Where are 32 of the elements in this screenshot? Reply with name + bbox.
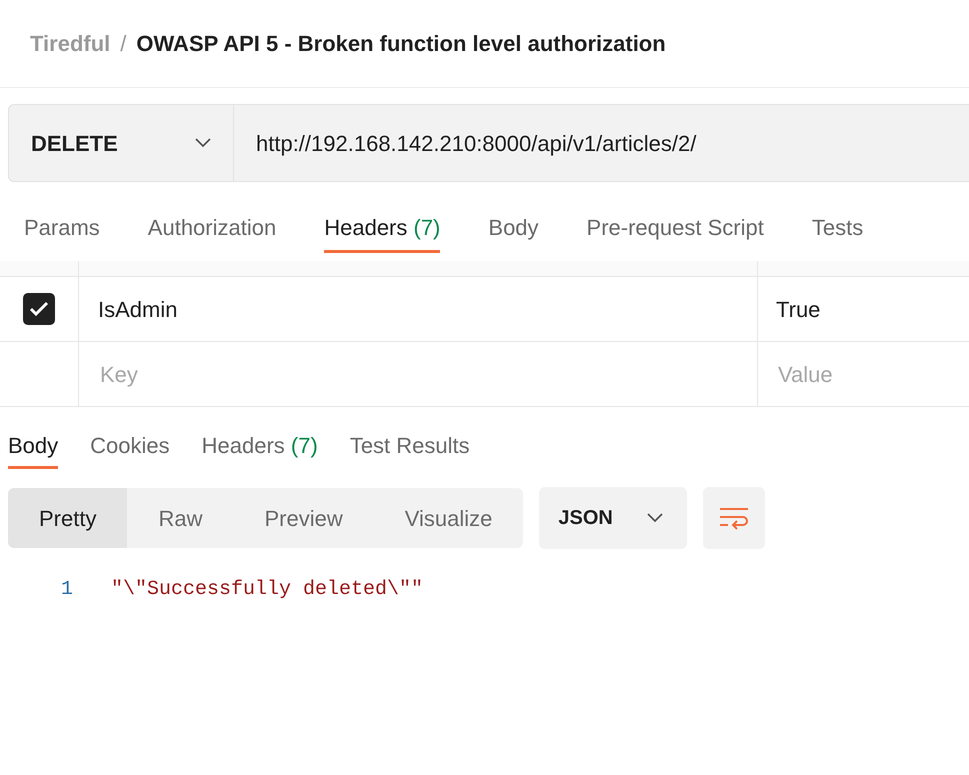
tab[interactable]: Body — [488, 202, 539, 253]
breadcrumb-separator: / — [120, 30, 126, 58]
line-number: 1 — [60, 577, 74, 603]
checkbox[interactable] — [23, 293, 55, 325]
tab[interactable]: Headers (7) — [324, 202, 440, 253]
header-key: IsAdmin — [98, 292, 178, 326]
tab[interactable]: Pre-request Script — [586, 202, 764, 253]
collection-link[interactable]: Tiredful — [30, 27, 110, 60]
value-field[interactable]: Value — [776, 356, 969, 392]
view-mode-button[interactable]: Raw — [127, 488, 234, 548]
chevron-down-icon — [647, 513, 664, 523]
tab[interactable]: Cookies — [90, 421, 170, 469]
key-field[interactable]: Key — [98, 356, 757, 392]
request-title: OWASP API 5 - Broken function level authorization — [136, 30, 666, 58]
format-dropdown[interactable]: JSON — [539, 487, 688, 549]
tab[interactable]: Params — [24, 202, 100, 253]
tab[interactable]: Body — [8, 421, 58, 469]
view-mode-button[interactable]: Visualize — [374, 488, 524, 548]
wrap-lines-button[interactable] — [703, 487, 766, 549]
view-mode-button[interactable]: Preview — [233, 488, 374, 548]
header-value: True — [776, 296, 820, 324]
response-body-text: "\"Successfully deleted\"" — [111, 577, 424, 603]
tab[interactable]: Tests — [812, 202, 864, 253]
view-mode-button[interactable]: Pretty — [8, 488, 128, 548]
checkmark-icon — [29, 301, 49, 317]
url-field[interactable]: http://192.168.142.210:8000/api/v1/articles/2/ — [234, 104, 969, 182]
tab[interactable]: Test Results — [350, 421, 470, 469]
tab[interactable]: Headers (7) — [202, 421, 318, 469]
method-dropdown[interactable]: DELETE — [8, 104, 234, 182]
tab[interactable]: Authorization — [148, 202, 276, 253]
chevron-down-icon — [195, 138, 211, 148]
wrap-lines-icon — [719, 506, 750, 530]
